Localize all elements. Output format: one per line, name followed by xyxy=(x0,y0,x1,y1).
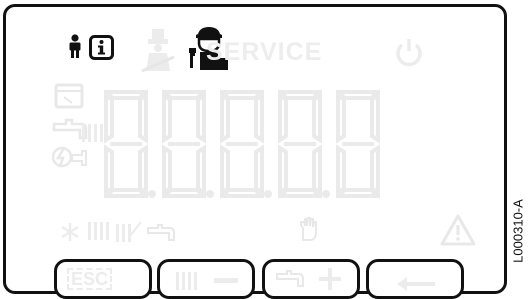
chimney-sweep-icon xyxy=(141,29,175,73)
reference-code: L000310-A xyxy=(508,186,528,276)
digit-4 xyxy=(278,89,322,199)
radiator-key-icon xyxy=(176,272,197,290)
seven-segment-display xyxy=(104,89,380,199)
minus-icon xyxy=(214,278,238,283)
lightning-icon xyxy=(52,146,87,168)
digit-5 xyxy=(336,89,380,199)
info-icon xyxy=(89,35,114,60)
digit-2 xyxy=(162,89,206,199)
power-icon xyxy=(396,39,422,67)
hot-water-tap-icon-2 xyxy=(147,224,175,241)
escape-key-label: ESC xyxy=(67,268,113,290)
plus-icon xyxy=(319,268,341,290)
person-icon xyxy=(69,34,81,58)
reference-code-text: L000310-A xyxy=(510,199,526,263)
enter-key[interactable] xyxy=(366,259,464,299)
service-label: SERVICE xyxy=(206,38,323,66)
plus-key[interactable] xyxy=(262,259,360,299)
tap-key-icon xyxy=(276,270,304,287)
escape-key[interactable]: ESC xyxy=(54,259,152,299)
frost-icon xyxy=(61,223,79,241)
radiator-icon-2 xyxy=(88,222,109,240)
minus-key[interactable] xyxy=(157,259,255,299)
enter-arrow-icon xyxy=(397,277,435,291)
manual-hand-icon xyxy=(300,217,317,241)
warning-icon xyxy=(440,214,476,246)
calendar-icon xyxy=(54,83,84,109)
floor-heating-icon xyxy=(116,221,142,242)
digit-1 xyxy=(104,89,148,199)
digit-3 xyxy=(220,89,264,199)
